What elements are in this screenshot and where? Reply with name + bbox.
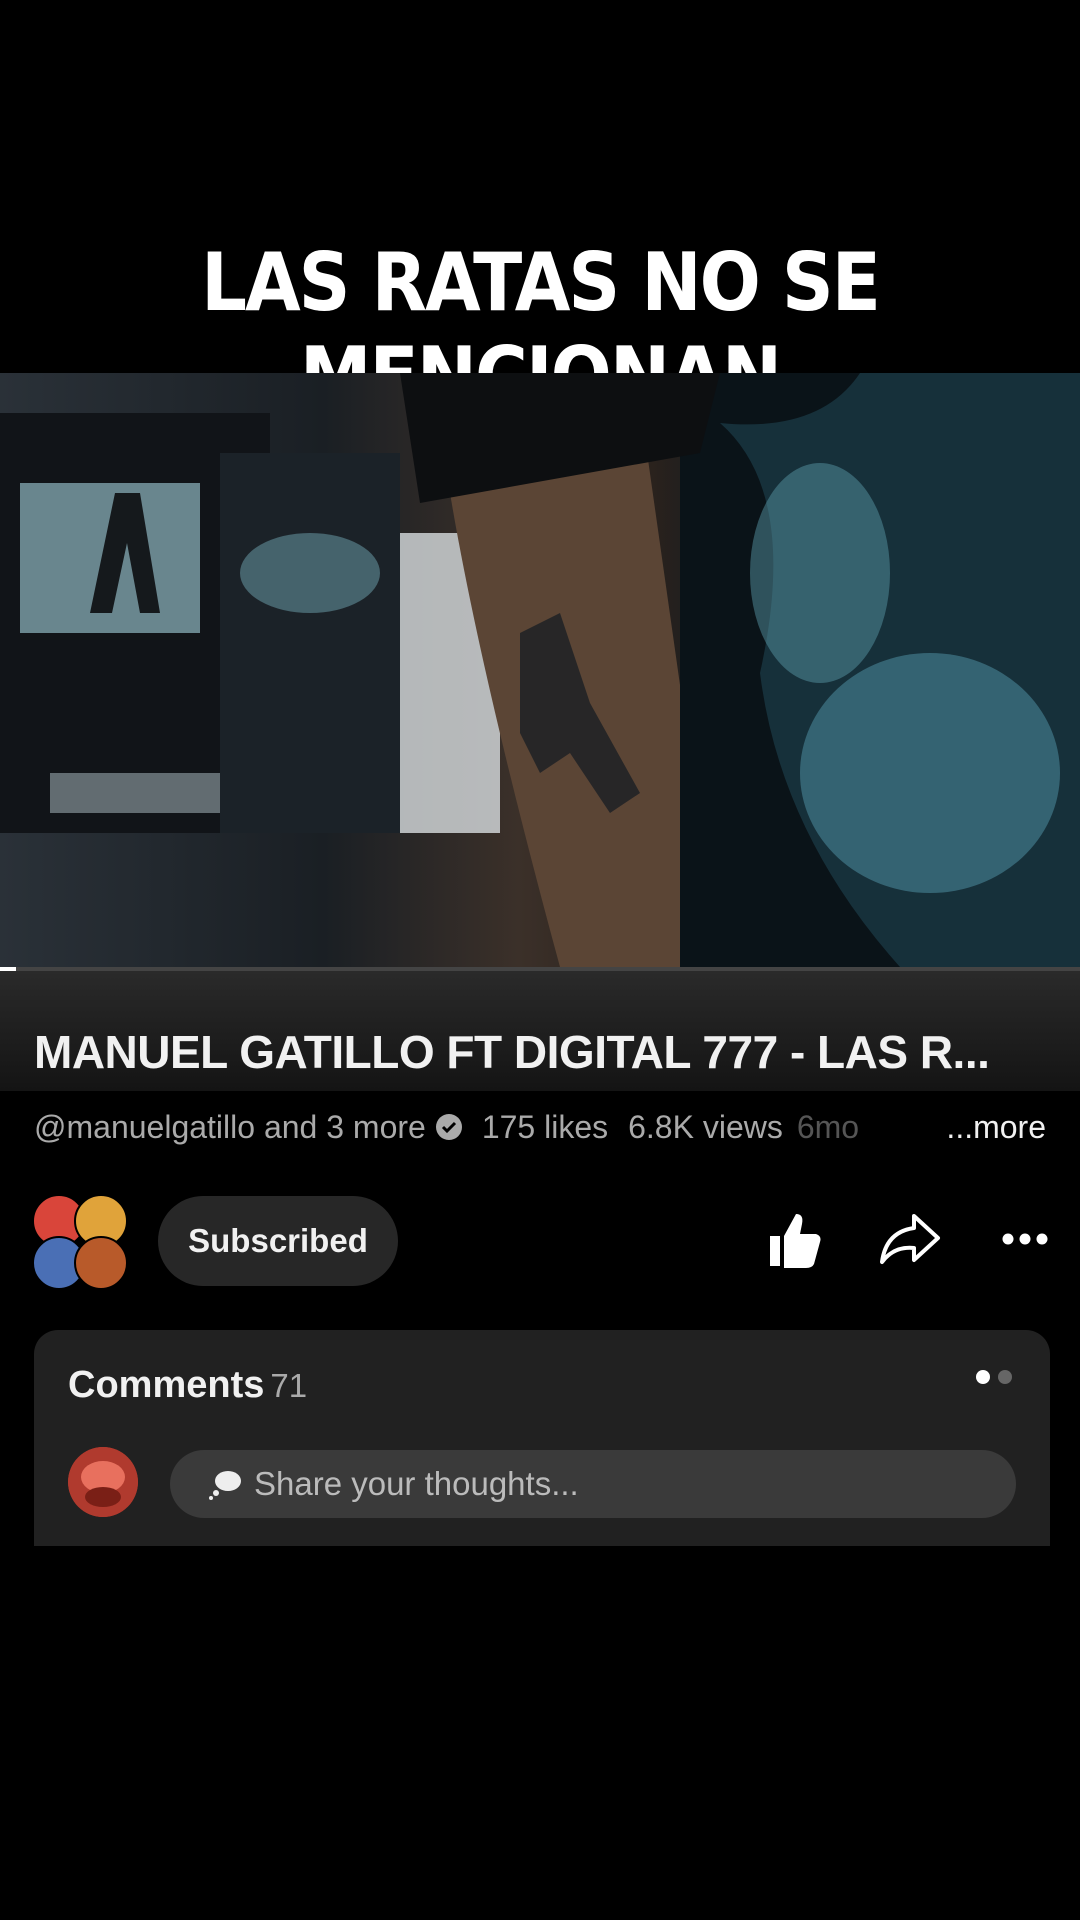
views-count: 6.8K views [628,1108,783,1145]
comments-label: Comments [68,1364,265,1406]
video-meta-row[interactable]: @manuelgatillo and 3 more 175 likes 6.8K… [34,1105,1046,1149]
thought-bubble-icon [209,1471,241,1500]
pager-dot [998,1370,1012,1384]
channel-authors[interactable]: @manuelgatillo and 3 more [34,1109,426,1146]
comment-input-placeholder: Share your thoughts... [254,1465,579,1502]
video-frame [0,373,1080,967]
video-shape [240,533,380,613]
thumbs-up-icon[interactable] [766,1210,822,1270]
video-title[interactable]: MANUEL GATILLO FT DIGITAL 777 - LAS R... [34,1025,990,1079]
comments-heading: Comments 71 [68,1364,307,1407]
comments-count: 71 [270,1367,308,1404]
avatar [68,1447,138,1517]
pager-dot-active [976,1370,990,1384]
video-player[interactable] [0,373,1080,967]
share-icon[interactable] [878,1210,942,1266]
verified-badge-icon [435,1114,462,1140]
video-shape [800,653,1060,893]
channel-avatars[interactable] [32,1194,128,1290]
upload-age: 6mo [796,1108,860,1145]
video-shape [220,453,400,833]
more-description-button[interactable]: ...more [946,1109,1046,1146]
likes-count: 175 likes [481,1108,609,1145]
video-shape [50,773,230,813]
video-shape [750,463,890,683]
user-avatar-image [68,1447,138,1517]
comment-input[interactable]: Share your thoughts... [170,1450,1016,1518]
avatar [74,1236,128,1290]
comments-card[interactable]: Comments 71 Share your thoughts... [34,1330,1050,1546]
pager-dots [968,1370,1012,1389]
more-horizontal-icon[interactable] [1002,1232,1048,1246]
subscribed-button[interactable]: Subscribed [158,1196,398,1286]
